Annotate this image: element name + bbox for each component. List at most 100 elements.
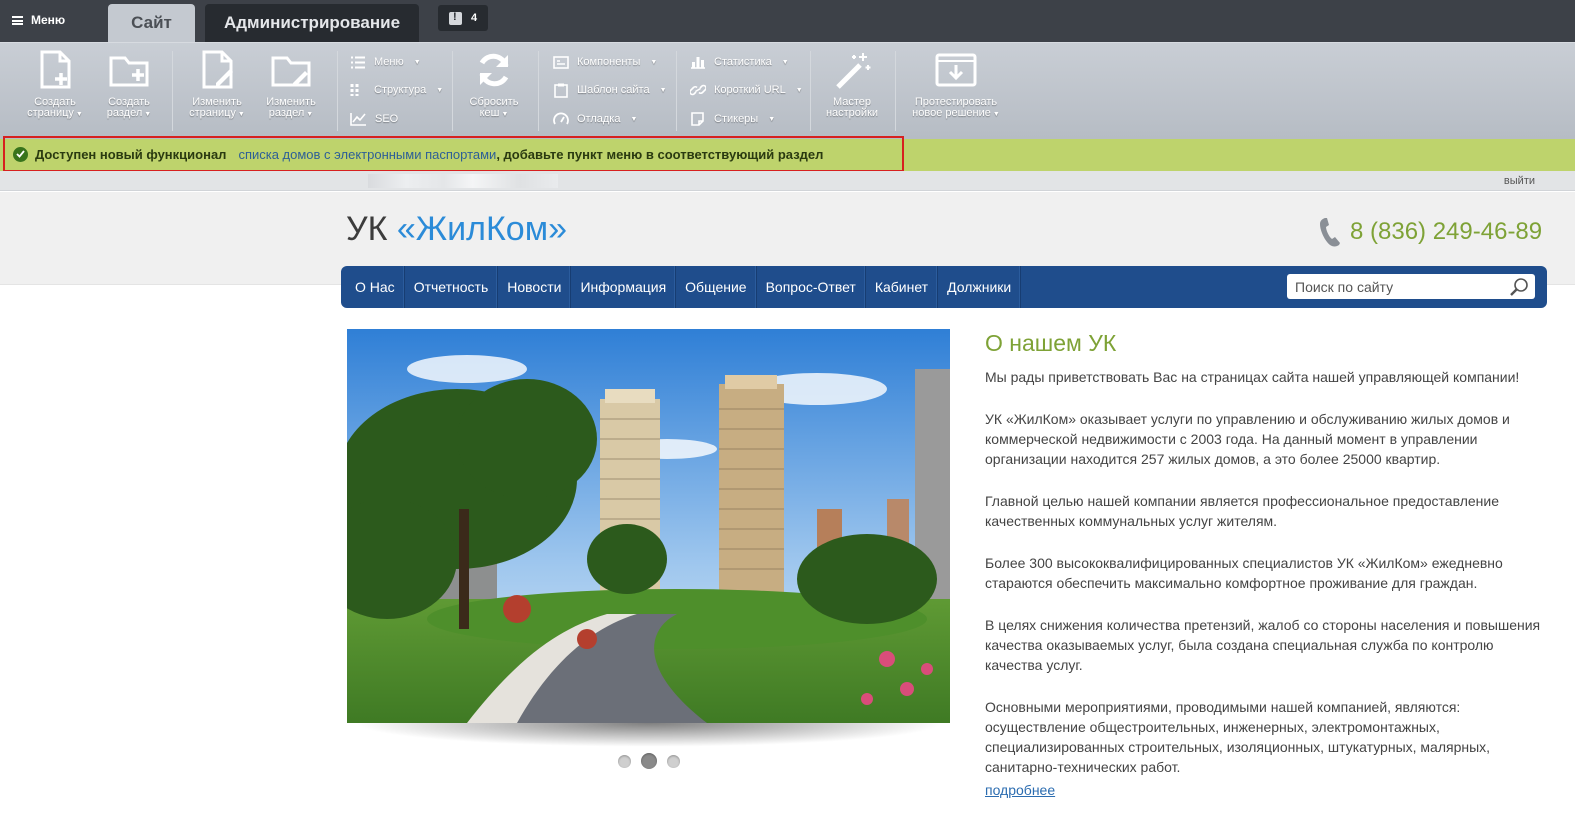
toolbar-separator xyxy=(452,51,453,131)
toolbar-stickers-item[interactable]: Стикеры ▼ xyxy=(690,110,775,128)
clear-cache-label-2: кеш xyxy=(479,107,500,119)
edit-page-label-2: страницу xyxy=(189,107,236,119)
toolbar-menu-label: Меню xyxy=(374,56,404,68)
search-input[interactable] xyxy=(1287,278,1497,295)
toolbar-separator xyxy=(676,51,677,131)
page-edit-icon xyxy=(202,50,233,89)
toolbar-statistics-item[interactable]: Статистика ▼ xyxy=(690,53,789,71)
toolbar-separator xyxy=(337,51,338,131)
folder-edit-icon xyxy=(271,56,311,87)
clipboard-icon xyxy=(554,83,568,98)
nav-item-communication[interactable]: Общение xyxy=(676,266,757,308)
toolbar-components-item[interactable]: Компоненты ▼ xyxy=(553,53,657,71)
search-box xyxy=(1287,274,1535,299)
slider-shadow xyxy=(353,723,945,747)
notifications-button[interactable]: 4 xyxy=(438,5,488,31)
site-logo[interactable]: УК «ЖилКом» xyxy=(346,210,567,249)
setup-wizard-label-2: настройки xyxy=(825,107,879,119)
about-paragraph: Главной целью нашей компании является пр… xyxy=(985,493,1500,529)
edit-page-button[interactable]: Изменить страницу ▼ xyxy=(182,49,252,120)
phone-number: 8 (836) 249-46-89 xyxy=(1350,218,1543,245)
sticker-icon xyxy=(691,112,704,126)
toolbar-structure-label: Структура xyxy=(374,84,427,96)
toolbar-separator xyxy=(810,51,811,131)
slider-dot-1[interactable] xyxy=(618,755,631,768)
toolbar-site-template-item[interactable]: Шаблон сайта ▼ xyxy=(553,81,667,99)
test-solution-button[interactable]: Протестировать новое решение ▼ xyxy=(906,49,1006,120)
admin-menu-button[interactable]: Меню xyxy=(12,9,65,31)
slider-dot-3[interactable] xyxy=(667,755,680,768)
bar-chart-icon xyxy=(691,57,705,69)
nav-item-debtors[interactable]: Должники xyxy=(938,266,1022,308)
main-nav: О Нас Отчетность Новости Информация Обще… xyxy=(341,266,1547,308)
about-paragraph: Более 300 высококвалифицированных специа… xyxy=(985,555,1503,591)
notice-title: Доступен новый функционал xyxy=(35,146,227,162)
hamburger-icon xyxy=(12,15,23,25)
notification-icon xyxy=(448,11,462,25)
nav-item-news[interactable]: Новости xyxy=(498,266,572,308)
nav-item-about[interactable]: О Нас xyxy=(341,266,405,308)
site-phone: 8 (836) 249-46-89 xyxy=(1318,216,1542,248)
admin-toolbar: Создать страницу ▼ Создать раздел ▼ Измени… xyxy=(0,42,1575,139)
create-page-label-2: страницу xyxy=(27,107,74,119)
tab-administration[interactable]: Администрирование xyxy=(205,4,419,42)
edit-section-label-2: раздел xyxy=(268,107,305,119)
toolbar-debug-item[interactable]: Отладка ▼ xyxy=(553,110,637,128)
link-icon xyxy=(690,84,706,96)
panel-toggle-strip[interactable] xyxy=(368,174,558,188)
toolbar-separator xyxy=(172,51,173,131)
toolbar-site-template-label: Шаблон сайта xyxy=(577,84,650,96)
create-page-button[interactable]: Создать страницу ▼ xyxy=(20,49,90,120)
about-paragraph: Мы рады приветствовать Вас на страницах … xyxy=(985,369,1520,385)
monitor-download-icon xyxy=(935,53,977,87)
edit-section-button[interactable]: Изменить раздел ▼ xyxy=(256,49,326,120)
magic-wand-icon xyxy=(836,53,871,89)
clear-cache-button[interactable]: Сбросить кеш ▼ xyxy=(459,49,529,120)
notice-text: , добавьте пункт меню в соответствующий … xyxy=(496,146,824,162)
admin-menu-label: Меню xyxy=(31,13,66,27)
phone-icon xyxy=(1320,218,1340,247)
toolbar-statistics-label: Статистика xyxy=(714,56,772,68)
toolbar-components-label: Компоненты xyxy=(577,56,641,68)
refresh-icon xyxy=(479,53,509,87)
page-add-icon xyxy=(40,50,71,89)
toolbar-seo-label: SEO xyxy=(375,113,399,125)
folder-add-icon xyxy=(109,56,149,87)
about-paragraph: Основными мероприятиями, проводимыми наш… xyxy=(985,699,1491,775)
more-link[interactable]: подробнее xyxy=(985,782,1055,798)
search-icon[interactable] xyxy=(1508,277,1530,297)
nav-item-faq[interactable]: Вопрос-Ответ xyxy=(757,266,866,308)
logout-link[interactable]: выйти xyxy=(1504,175,1535,187)
logo-name: «ЖилКом» xyxy=(396,210,567,248)
admin-top-bar: Меню Сайт Администрирование 4 xyxy=(0,0,1575,42)
toolbar-short-url-label: Короткий URL xyxy=(714,84,786,96)
check-circle-icon xyxy=(13,146,28,162)
about-paragraph: В целях снижения количества претензий, ж… xyxy=(985,617,1541,673)
tab-site[interactable]: Сайт xyxy=(108,4,195,42)
notifications-count: 4 xyxy=(470,12,478,24)
create-section-label-2: раздел xyxy=(106,107,143,119)
toolbar-separator xyxy=(895,51,896,131)
slider-image xyxy=(347,329,950,723)
admin-sub-bar: выйти xyxy=(0,171,1575,191)
test-solution-label-2: новое решение xyxy=(912,107,991,119)
toolbar-short-url-item[interactable]: Короткий URL ▼ xyxy=(690,81,803,99)
nav-item-cabinet[interactable]: Кабинет xyxy=(866,266,939,308)
notice-link[interactable]: списка домов с электронными паспортами xyxy=(238,147,496,162)
nav-item-information[interactable]: Информация xyxy=(571,266,677,308)
component-icon xyxy=(553,55,569,69)
nav-item-reports[interactable]: Отчетность xyxy=(405,266,499,308)
toolbar-separator xyxy=(538,51,539,131)
gauge-icon xyxy=(553,112,569,125)
setup-wizard-button[interactable]: Мастер настройки xyxy=(817,49,887,119)
toolbar-debug-label: Отладка xyxy=(577,113,621,125)
chart-line-icon xyxy=(350,113,366,126)
toolbar-stickers-label: Стикеры xyxy=(714,113,759,125)
create-section-button[interactable]: Создать раздел ▼ xyxy=(94,49,164,120)
notice-message: Доступен новый функционал списка домов с… xyxy=(3,136,904,172)
toolbar-menu-item[interactable]: Меню ▼ xyxy=(350,53,421,71)
about-body: Мы рады приветствовать Вас на страницах … xyxy=(985,367,1545,799)
toolbar-seo-item[interactable]: SEO xyxy=(350,110,398,128)
slider-dot-2[interactable] xyxy=(641,753,657,769)
toolbar-structure-item[interactable]: Структура ▼ xyxy=(350,81,443,99)
